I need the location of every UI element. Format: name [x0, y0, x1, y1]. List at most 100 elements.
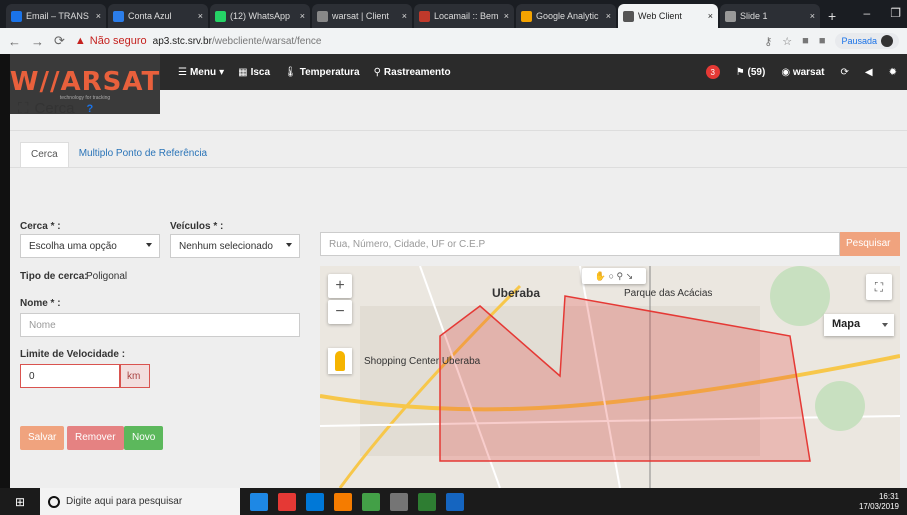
- back-icon[interactable]: ←: [8, 34, 21, 49]
- limite-field[interactable]: 0: [20, 364, 120, 388]
- extension-icon[interactable]: ■: [802, 35, 809, 47]
- menu-item-rastreamento[interactable]: ⚲ Rastreamento: [374, 67, 451, 78]
- taskbar-search[interactable]: Digite aqui para pesquisar: [40, 488, 240, 515]
- close-icon[interactable]: ×: [96, 11, 101, 21]
- veiculos-label: Veículos * :: [170, 221, 224, 232]
- tab-title: Conta Azul: [128, 11, 172, 21]
- gear-icon[interactable]: ✹: [889, 67, 897, 78]
- nome-field[interactable]: Nome: [20, 313, 300, 337]
- edge-icon[interactable]: [250, 492, 268, 511]
- street-view-pegman-icon[interactable]: [328, 348, 352, 374]
- new-button[interactable]: Novo: [124, 426, 164, 450]
- tab-multiplo-ponto[interactable]: Multiplo Ponto de Referência: [69, 142, 217, 168]
- taskbar-apps: [250, 492, 464, 511]
- menu-item-isca[interactable]: ▦ Isca: [238, 67, 270, 78]
- tipo-cerca-value: Poligonal: [86, 271, 128, 282]
- refresh-icon[interactable]: ⟳: [841, 67, 849, 78]
- profile-button[interactable]: Pausada: [835, 33, 899, 49]
- security-label[interactable]: Não seguro: [90, 35, 147, 47]
- close-icon[interactable]: ×: [504, 11, 509, 21]
- tab-favicon-icon: [317, 10, 328, 22]
- tab-title: Google Analytic: [536, 11, 599, 21]
- tab-favicon-icon: [725, 10, 736, 22]
- browser-tab[interactable]: Slide 1 ×: [720, 4, 820, 28]
- browser-tab[interactable]: (12) WhatsApp ×: [210, 4, 310, 28]
- star-icon[interactable]: ☆: [782, 35, 792, 48]
- url-path: /webcliente/warsat/fence: [211, 35, 322, 47]
- alerts-badge[interactable]: 3: [705, 65, 720, 79]
- menu-item-menu[interactable]: ☰ Menu ▾: [178, 67, 224, 78]
- extension-icon[interactable]: ■: [819, 35, 826, 47]
- clock-time: 16:31: [878, 491, 899, 501]
- system-tray[interactable]: 16:31 17/03/2019: [859, 492, 907, 512]
- veiculos-select[interactable]: Nenhum selecionado: [170, 234, 300, 258]
- close-icon[interactable]: ×: [810, 11, 815, 21]
- address-search-input[interactable]: Rua, Número, Cidade, UF or C.E.P: [320, 232, 840, 256]
- tab-favicon-icon: [215, 10, 226, 22]
- fullscreen-icon[interactable]: ⛶: [866, 274, 892, 300]
- zoom-out-button[interactable]: −: [328, 300, 352, 324]
- chevron-down-icon: [882, 323, 888, 327]
- veiculos-select-value: Nenhum selecionado: [179, 241, 273, 252]
- search-button[interactable]: Pesquisar: [840, 232, 900, 256]
- tab-favicon-icon: [11, 10, 22, 22]
- browser-tab[interactable]: warsat | Client ×: [312, 4, 412, 28]
- cerca-select-value: Escolha uma opção: [29, 241, 117, 252]
- minimize-icon[interactable]: –: [864, 6, 871, 20]
- close-icon[interactable]: ×: [198, 11, 203, 21]
- chevron-down-icon: [146, 243, 152, 247]
- browser-tab[interactable]: Google Analytic ×: [516, 4, 616, 28]
- park-area: [815, 381, 865, 431]
- menu-label: Isca: [250, 66, 271, 78]
- calculator-icon[interactable]: [390, 492, 408, 511]
- chrome-icon[interactable]: [278, 492, 296, 511]
- menu-label: Rastreamento: [383, 66, 451, 78]
- windows-start-icon[interactable]: ⊞: [0, 488, 40, 515]
- map-type-select[interactable]: Mapa: [824, 314, 894, 336]
- browser-tab-strip: Email – TRANS × Conta Azul × (12) WhatsApp × w…: [0, 0, 907, 28]
- search-placeholder: Rua, Número, Cidade, UF or C.E.P: [329, 239, 486, 250]
- restore-icon[interactable]: ❐: [890, 6, 901, 20]
- save-button[interactable]: Salvar: [20, 426, 65, 450]
- app-icon[interactable]: [334, 492, 352, 511]
- map-canvas[interactable]: + − ⛶ ✋ ○ ⚲ ↘ Mapa Uberaba Parque das Ac…: [320, 266, 900, 488]
- drawing-tools[interactable]: ✋ ○ ⚲ ↘: [582, 268, 646, 284]
- key-icon[interactable]: ⚷: [764, 35, 772, 48]
- tab-favicon-icon: [419, 10, 430, 22]
- browser-tab[interactable]: Conta Azul ×: [108, 4, 208, 28]
- help-icon[interactable]: ?: [87, 103, 94, 115]
- word-icon[interactable]: [446, 492, 464, 511]
- page-tabs: Cerca Multiplo Ponto de Referência: [20, 142, 217, 168]
- browser-tab[interactable]: Locamail :: Bem ×: [414, 4, 514, 28]
- city-label: Uberaba: [492, 286, 541, 300]
- map-svg: [320, 266, 900, 488]
- user-button[interactable]: ◉ warsat: [781, 67, 824, 78]
- close-icon[interactable]: ×: [300, 11, 305, 21]
- close-icon[interactable]: ×: [402, 11, 407, 21]
- cerca-select[interactable]: Escolha uma opção: [20, 234, 160, 258]
- excel-icon[interactable]: [418, 492, 436, 511]
- menu-item-temperatura[interactable]: 🌡 Temperatura: [284, 67, 360, 78]
- limite-value: 0: [29, 371, 35, 382]
- tab-cerca[interactable]: Cerca: [20, 142, 69, 168]
- remove-button[interactable]: Remover: [67, 426, 124, 450]
- close-icon[interactable]: ×: [708, 11, 713, 21]
- tab-title: Locamail :: Bem: [434, 11, 499, 21]
- reload-icon[interactable]: ⟳: [54, 33, 65, 49]
- flags-button[interactable]: ⚑ (59): [736, 67, 766, 78]
- app-icon[interactable]: [362, 492, 380, 511]
- new-tab-button[interactable]: +: [828, 4, 836, 28]
- nome-placeholder: Nome: [29, 320, 56, 331]
- logo-text: W//ARSAT: [10, 67, 161, 97]
- sound-icon[interactable]: ◀: [865, 67, 873, 78]
- browser-tab[interactable]: Web Client ×: [618, 4, 718, 28]
- store-icon[interactable]: [306, 492, 324, 511]
- zoom-in-button[interactable]: +: [328, 274, 352, 298]
- forward-icon[interactable]: →: [31, 34, 44, 49]
- url-field[interactable]: ap3.stc.srv.br/webcliente/warsat/fence: [153, 36, 322, 47]
- tab-title: Web Client: [638, 11, 682, 21]
- browser-tab[interactable]: Email – TRANS ×: [6, 4, 106, 28]
- close-icon[interactable]: ×: [606, 11, 611, 21]
- menu-label: Temperatura: [299, 66, 360, 78]
- address-bar: ← → ⟳ ▲ Não seguro ap3.stc.srv.br/webcli…: [0, 28, 907, 54]
